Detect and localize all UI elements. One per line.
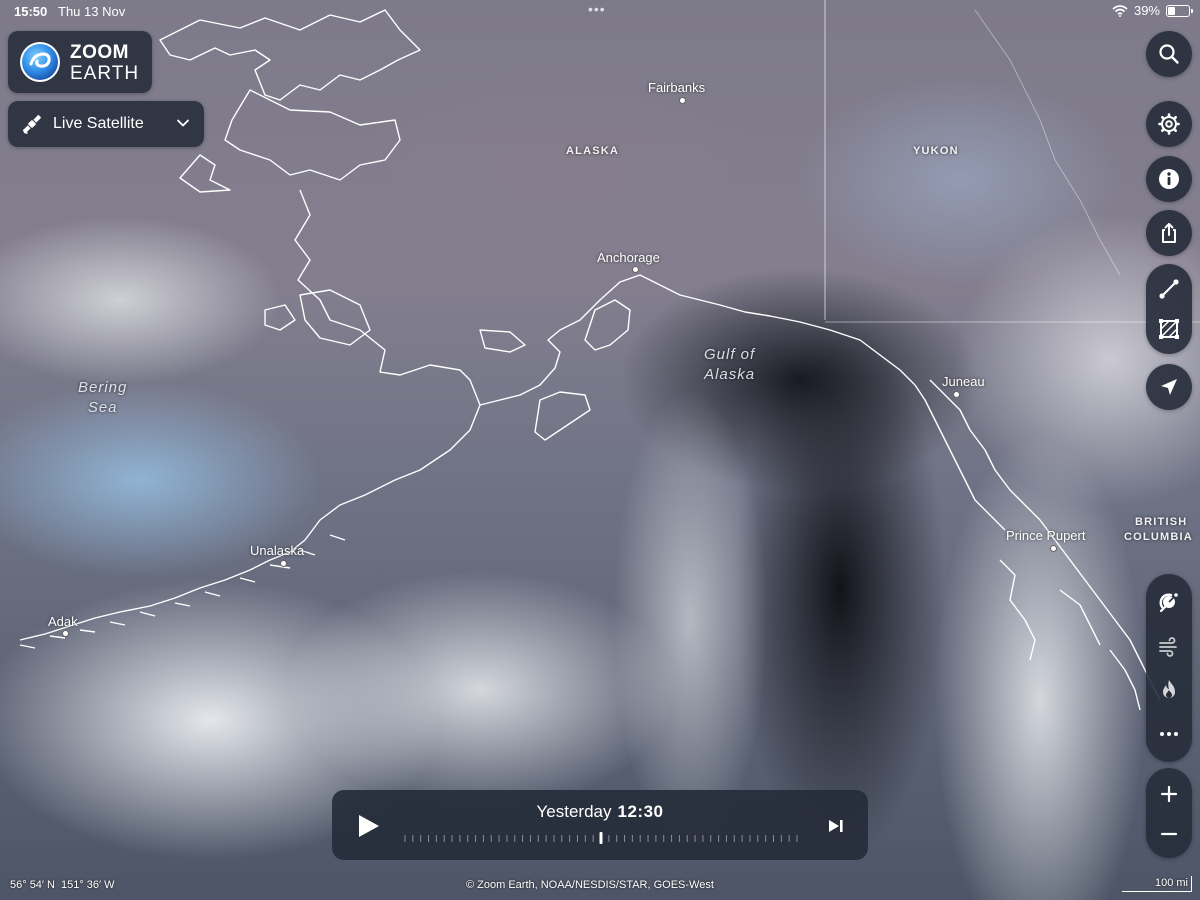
- measure-distance-button[interactable]: [1146, 269, 1192, 309]
- coastline-siberia: [159, 9, 421, 101]
- status-bar: 15:50 Thu 13 Nov ••• 39%: [0, 0, 1200, 22]
- measure-area-button[interactable]: [1146, 309, 1192, 349]
- minus-icon: [1160, 832, 1178, 836]
- city-marker-adak[interactable]: [62, 630, 69, 637]
- share-icon: [1162, 223, 1176, 243]
- gear-icon: [1158, 113, 1180, 135]
- timeline-time: Yesterday 12:30: [332, 802, 868, 822]
- search-icon: [1159, 44, 1179, 64]
- zoom-controls: [1146, 768, 1192, 858]
- coastline-kodiak: [534, 391, 591, 441]
- city-marker-prince-rupert[interactable]: [1050, 545, 1057, 552]
- battery-percent: 39%: [1133, 3, 1160, 18]
- sea-label-gulf-line2: Alaska: [704, 366, 756, 383]
- more-icon: [1160, 732, 1178, 736]
- timeline-scrubber[interactable]: [404, 832, 798, 844]
- timeline-panel: Yesterday 12:30: [332, 790, 868, 860]
- app-root: ALASKA YUKON BRITISH COLUMBIA Bering Sea…: [0, 0, 1200, 900]
- city-label-prince-rupert[interactable]: Prince Rupert: [1006, 528, 1085, 543]
- battery-icon: [1166, 4, 1193, 17]
- wind-icon: [1159, 637, 1177, 657]
- lake-outline-3: [479, 329, 526, 353]
- overlay-tools: [1146, 574, 1192, 762]
- region-label-alaska: ALASKA: [566, 145, 620, 157]
- logo-text-earth: EARTH: [70, 63, 140, 84]
- timeline-day: Yesterday: [536, 802, 612, 821]
- location-arrow-icon: [1161, 379, 1177, 395]
- settings-button[interactable]: [1146, 101, 1192, 147]
- city-marker-juneau[interactable]: [953, 391, 960, 398]
- cursor-coordinates: 56° 54′ N 151° 36′ W: [10, 879, 121, 891]
- skip-to-end-icon[interactable]: [826, 816, 846, 836]
- coastline-peninsula: [479, 274, 1006, 531]
- region-label-columbia: COLUMBIA: [1124, 531, 1193, 543]
- multitasking-dots-icon[interactable]: •••: [588, 1, 606, 17]
- fire-icon: [1163, 680, 1175, 698]
- city-label-juneau[interactable]: Juneau: [942, 374, 985, 389]
- logo-text-zoom: ZOOM: [70, 42, 129, 63]
- status-date: Thu 13 Nov: [58, 4, 126, 19]
- city-label-anchorage[interactable]: Anchorage: [597, 250, 660, 265]
- fire-layer-button[interactable]: [1146, 670, 1192, 710]
- city-label-adak[interactable]: Adak: [48, 614, 78, 629]
- satellite-icon: [22, 114, 42, 134]
- latitude-readout: 56° 54′ N: [10, 879, 55, 891]
- more-layers-button[interactable]: [1146, 714, 1192, 754]
- chevron-down-icon: [177, 119, 189, 127]
- border-yukon-east: [974, 9, 1121, 276]
- timeline-playhead[interactable]: [599, 832, 603, 844]
- radar-layer-button[interactable]: [1146, 582, 1192, 622]
- globe-logo-icon: [20, 42, 60, 82]
- city-marker-fairbanks[interactable]: [679, 97, 686, 104]
- status-time: 15:50: [14, 4, 48, 19]
- sea-label-bering: Bering Sea: [78, 378, 127, 418]
- measure-line-icon: [1159, 279, 1179, 299]
- plus-icon: [1160, 785, 1178, 803]
- wind-layer-button[interactable]: [1146, 626, 1192, 666]
- measure-area-icon: [1159, 319, 1179, 339]
- city-marker-unalaska[interactable]: [280, 560, 287, 567]
- zoom-in-button[interactable]: [1146, 774, 1192, 814]
- sea-label-gulf-line1: Gulf of: [704, 346, 756, 363]
- search-button[interactable]: [1146, 31, 1192, 77]
- layer-selector-button[interactable]: Live Satellite: [8, 101, 204, 147]
- zoom-earth-logo[interactable]: ZOOM EARTH: [8, 31, 152, 93]
- lake-outline-1: [299, 289, 371, 346]
- layer-selector-label: Live Satellite: [53, 115, 144, 132]
- city-label-fairbanks[interactable]: Fairbanks: [648, 80, 705, 95]
- timeline-clock: 12:30: [617, 802, 664, 821]
- region-label-yukon: YUKON: [913, 145, 959, 157]
- sea-label-bering-line1: Bering: [78, 379, 128, 396]
- city-marker-anchorage[interactable]: [632, 266, 639, 273]
- info-button[interactable]: [1146, 156, 1192, 202]
- wifi-icon: [1112, 4, 1128, 17]
- longitude-readout: 151° 36′ W: [61, 879, 115, 891]
- radar-icon: [1159, 593, 1178, 613]
- sea-label-bering-line2: Sea: [87, 399, 118, 416]
- measure-tools: [1146, 264, 1192, 354]
- info-icon: [1159, 169, 1179, 189]
- scale-label: 100 mi: [1154, 877, 1188, 889]
- coastline-seward: [224, 89, 401, 181]
- sea-label-gulf: Gulf of Alaska: [704, 345, 755, 385]
- status-right: 39%: [1112, 3, 1193, 18]
- share-button[interactable]: [1146, 210, 1192, 256]
- lake-outline-2: [264, 304, 296, 331]
- coastline-islands-se: [999, 559, 1141, 711]
- city-label-unalaska[interactable]: Unalaska: [250, 543, 304, 558]
- map-attribution[interactable]: © Zoom Earth, NOAA/NESDIS/STAR, GOES-Wes…: [466, 879, 714, 891]
- coastline-chukotka-bay: [179, 154, 231, 193]
- locate-button[interactable]: [1146, 364, 1192, 410]
- scale-bar: 100 mi: [1122, 876, 1192, 892]
- region-label-british: BRITISH: [1135, 516, 1188, 528]
- zoom-out-button[interactable]: [1146, 814, 1192, 854]
